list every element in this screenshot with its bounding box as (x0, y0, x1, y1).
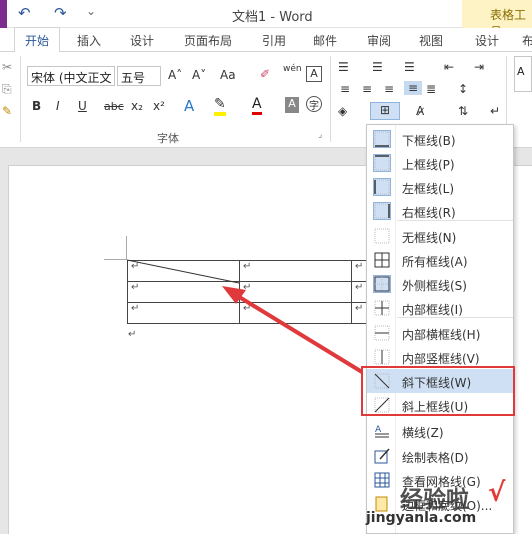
red-arrow-head (222, 286, 246, 304)
menu-item-left-border[interactable]: 左框线(L) (367, 175, 513, 199)
no-border-icon (374, 228, 390, 244)
inside-vertical-border-icon (374, 349, 390, 365)
menu-item-label: 内部横框线(H) (402, 328, 481, 342)
menu-item-top-border[interactable]: 上框线(P) (367, 151, 513, 175)
right-border-icon (373, 202, 391, 220)
inside-borders-icon (374, 300, 390, 316)
highlight-box (361, 366, 515, 416)
top-border-icon (373, 154, 391, 172)
menu-item-label: 右框线(R) (402, 206, 456, 220)
menu-item-label: 无框线(N) (402, 231, 457, 245)
menu-item-label: 内部竖框线(V) (402, 352, 480, 366)
menu-item-label: 绘制表格(D) (402, 451, 469, 465)
menu-item-draw-table[interactable]: 绘制表格(D) (367, 444, 513, 468)
diagonal-cell-line (126, 259, 240, 284)
inside-horizontal-border-icon (374, 325, 390, 341)
draw-table-icon (374, 448, 390, 464)
outside-borders-icon (373, 275, 391, 293)
watermark-check-icon: √ (488, 478, 506, 508)
watermark-url: jingyanla.com (366, 510, 477, 526)
left-border-icon (373, 178, 391, 196)
watermark: 经验啦 (400, 487, 469, 513)
menu-item-all-borders[interactable]: 所有框线(A) (367, 248, 513, 272)
menu-item-label: 内部框线(I) (402, 303, 463, 317)
menu-item-label: 左框线(L) (402, 182, 455, 196)
menu-item-label: 上框线(P) (402, 158, 455, 172)
menu-separator (397, 220, 513, 221)
menu-separator (397, 317, 513, 318)
bottom-border-icon (373, 130, 391, 148)
menu-item-label: 外侧框线(S) (402, 279, 467, 293)
menu-item-no-border[interactable]: 无框线(N) (367, 224, 513, 248)
menu-item-label: 下框线(B) (402, 134, 456, 148)
red-arrow-shaft (234, 293, 364, 374)
menu-item-horizontal-line[interactable]: A 横线(Z) (367, 419, 513, 443)
view-gridlines-icon (374, 472, 390, 488)
menu-item-outside-borders[interactable]: 外侧框线(S) (367, 272, 513, 296)
menu-item-inside-horizontal-border[interactable]: 内部横框线(H) (367, 321, 513, 345)
menu-item-label: 横线(Z) (402, 426, 444, 440)
horizontal-line-icon: A (374, 423, 390, 439)
all-borders-icon (374, 252, 390, 268)
menu-item-bottom-border[interactable]: 下框线(B) (367, 127, 513, 151)
menu-item-label: 所有框线(A) (402, 255, 468, 269)
